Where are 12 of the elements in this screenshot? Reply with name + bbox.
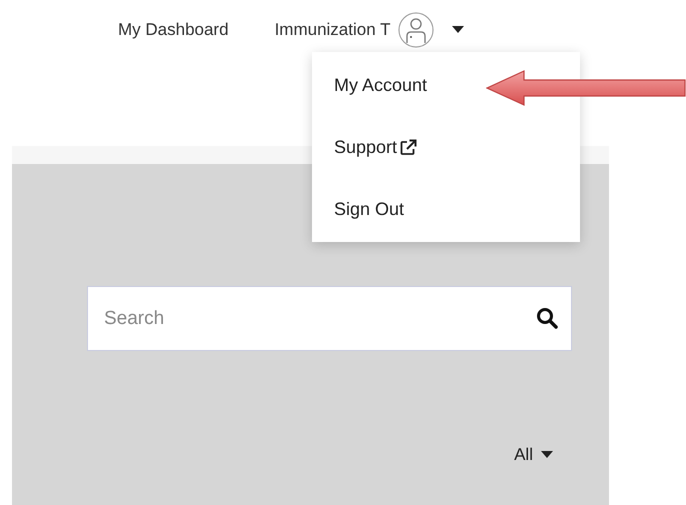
menu-item[interactable]: Support [312, 116, 580, 178]
menu-item[interactable]: My Account [312, 54, 580, 116]
filter-dropdown[interactable]: All [514, 445, 553, 465]
avatar-icon [398, 12, 434, 48]
user-menu-button[interactable]: Immunization T [274, 12, 464, 48]
caret-icon [541, 451, 553, 459]
menu-item[interactable]: Sign Out [312, 178, 580, 240]
caret-icon [452, 26, 464, 34]
external-link-icon [400, 138, 418, 156]
dashboard-link[interactable]: My Dashboard [118, 20, 229, 40]
search-icon[interactable] [536, 307, 558, 329]
search-field[interactable]: Search [87, 286, 572, 351]
